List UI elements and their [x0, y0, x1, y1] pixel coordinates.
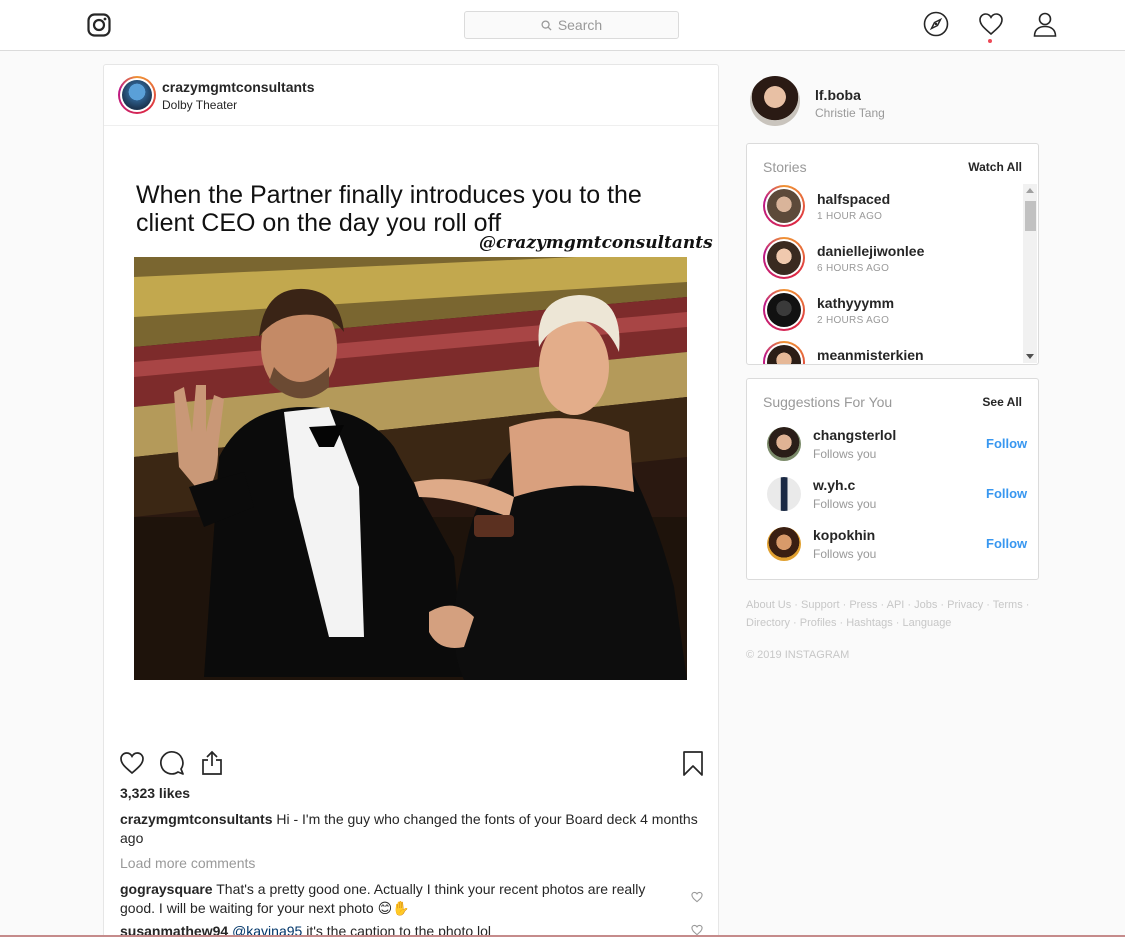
copyright: © 2019 INSTAGRAM	[746, 649, 850, 661]
suggestion-username[interactable]: kopokhin	[813, 527, 875, 543]
current-user-avatar[interactable]	[750, 76, 800, 126]
post-header: crazymgmtconsultants Dolby Theater	[104, 65, 718, 126]
story-username: halfspaced	[817, 191, 891, 207]
comment-username[interactable]: gograysquare	[120, 881, 213, 897]
follow-button[interactable]: Follow	[986, 536, 1027, 551]
like-count[interactable]: 3,323 likes	[120, 785, 190, 801]
post-caption: crazymgmtconsultants Hi - I'm the guy wh…	[120, 810, 705, 848]
story-time: 6 HOURS AGO	[817, 263, 890, 274]
follow-button[interactable]: Follow	[986, 486, 1027, 501]
search-placeholder: Search	[557, 17, 603, 33]
suggestion-subtitle: Follows you	[813, 447, 877, 461]
suggestion-avatar[interactable]	[767, 527, 801, 561]
search-icon	[541, 19, 552, 31]
current-user-fullname: Christie Tang	[815, 106, 885, 120]
stories-scrollbar[interactable]	[1023, 184, 1037, 363]
meme-title: When the Partner finally introduces you …	[136, 181, 642, 237]
suggestion-avatar[interactable]	[767, 427, 801, 461]
suggestion-avatar[interactable]	[767, 477, 801, 511]
compass-icon[interactable]	[923, 11, 949, 37]
bookmark-icon[interactable]	[680, 750, 706, 776]
scroll-up-arrow-icon[interactable]	[1026, 188, 1034, 193]
see-all-link[interactable]: See All	[982, 395, 1022, 409]
suggestion-subtitle: Follows you	[813, 497, 877, 511]
search-input[interactable]: Search	[464, 11, 679, 39]
footer-links[interactable]: About Us · Support · Press · API · Jobs …	[746, 596, 1046, 632]
notification-dot	[988, 39, 992, 43]
stories-title: Stories	[763, 159, 807, 175]
meme-photo	[134, 257, 687, 680]
story-username: daniellejiwonlee	[817, 243, 925, 259]
comment-like-icon[interactable]	[691, 891, 703, 903]
watch-all-link[interactable]: Watch All	[968, 160, 1022, 174]
suggestion-username[interactable]: w.yh.c	[813, 477, 855, 493]
story-time: 2 HOURS AGO	[817, 315, 890, 326]
follow-button[interactable]: Follow	[986, 436, 1027, 451]
post-image[interactable]: When the Partner finally introduces you …	[104, 126, 718, 740]
suggestions-title: Suggestions For You	[763, 394, 893, 410]
suggestions-panel: Suggestions For You See All changsterlol…	[746, 378, 1039, 580]
story-username: kathyyymm	[817, 295, 895, 311]
instagram-logo-icon[interactable]	[87, 13, 111, 37]
post-username[interactable]: crazymgmtconsultants	[162, 79, 314, 95]
meme-handle: @crazymgmtconsultants	[479, 233, 713, 253]
current-user-username[interactable]: lf.boba	[815, 87, 861, 103]
share-icon[interactable]	[199, 750, 225, 776]
suggestion-subtitle: Follows you	[813, 547, 877, 561]
top-navigation-bar: Search	[0, 0, 1125, 51]
feed-post: crazymgmtconsultants Dolby Theater When …	[103, 64, 719, 937]
comment: gograysquare That's a pretty good one. A…	[120, 880, 660, 918]
scroll-down-arrow-icon[interactable]	[1026, 354, 1034, 359]
story-time: 1 HOUR AGO	[817, 211, 883, 222]
like-heart-icon[interactable]	[119, 750, 145, 776]
stories-panel: Stories Watch All halfspaced 1 HOUR AGO …	[746, 143, 1039, 365]
load-more-comments-link[interactable]: Load more comments	[120, 855, 255, 871]
suggestion-username[interactable]: changsterlol	[813, 427, 896, 443]
post-location[interactable]: Dolby Theater	[162, 98, 237, 112]
heart-icon[interactable]	[978, 11, 1004, 37]
profile-icon[interactable]	[1032, 11, 1058, 37]
caption-username[interactable]: crazymgmtconsultants	[120, 811, 272, 827]
post-avatar[interactable]	[118, 76, 156, 114]
comment-icon[interactable]	[159, 750, 185, 776]
story-username: meanmisterkien	[817, 347, 924, 363]
post-actions	[104, 750, 718, 780]
scrollbar-thumb[interactable]	[1025, 201, 1036, 231]
